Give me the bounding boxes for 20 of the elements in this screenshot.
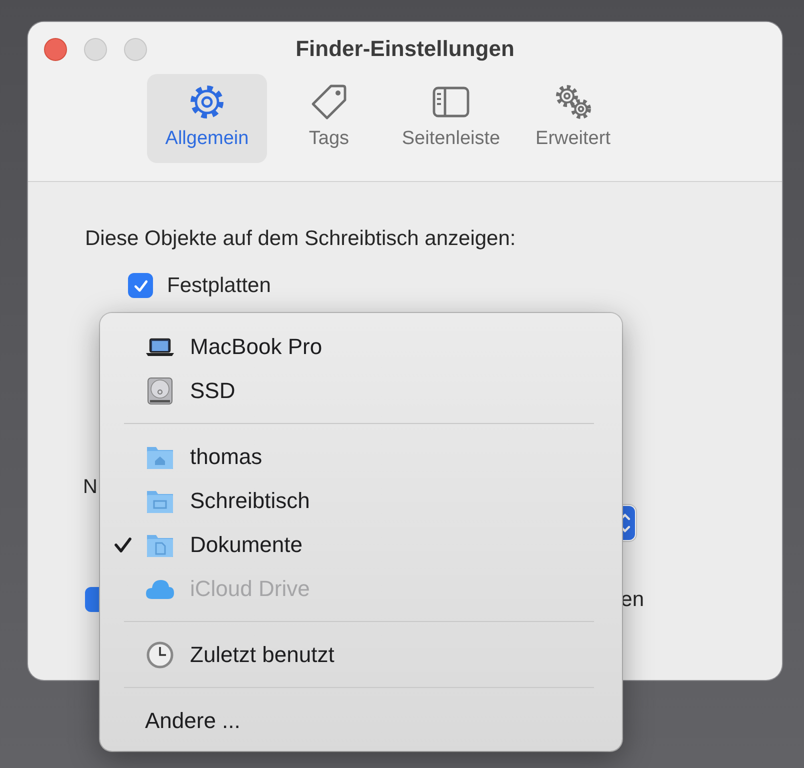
setting-label: N — [83, 476, 98, 499]
section-label: Diese Objekte auf dem Schreibtisch anzeigen: — [85, 227, 517, 251]
menu-item[interactable]: Dokumente — [100, 523, 622, 567]
clock-icon — [145, 640, 175, 670]
close-button[interactable] — [44, 38, 67, 61]
toolbar-tab[interactable]: Allgemein — [147, 74, 267, 163]
tag-icon — [309, 82, 349, 122]
menu-item[interactable]: Andere ... — [100, 699, 622, 743]
toolbar-tab[interactable]: Seitenleiste — [391, 74, 511, 163]
window-title: Finder-Einstellungen — [296, 36, 514, 62]
checkbox[interactable] — [128, 273, 153, 298]
toolbar-tab[interactable]: Erweitert — [513, 74, 633, 163]
gears-icon — [553, 82, 593, 122]
menu-item[interactable]: thomas — [100, 435, 622, 479]
toolbar-tab[interactable]: Tags — [269, 74, 389, 163]
checkbox-label: Festplatten — [167, 274, 271, 298]
menu-item[interactable]: Zuletzt benutzt — [100, 633, 622, 677]
menu-item[interactable]: Schreibtisch — [100, 479, 622, 523]
menu-item[interactable]: SSD — [100, 369, 622, 413]
menu-item[interactable]: MacBook Pro — [100, 325, 622, 369]
